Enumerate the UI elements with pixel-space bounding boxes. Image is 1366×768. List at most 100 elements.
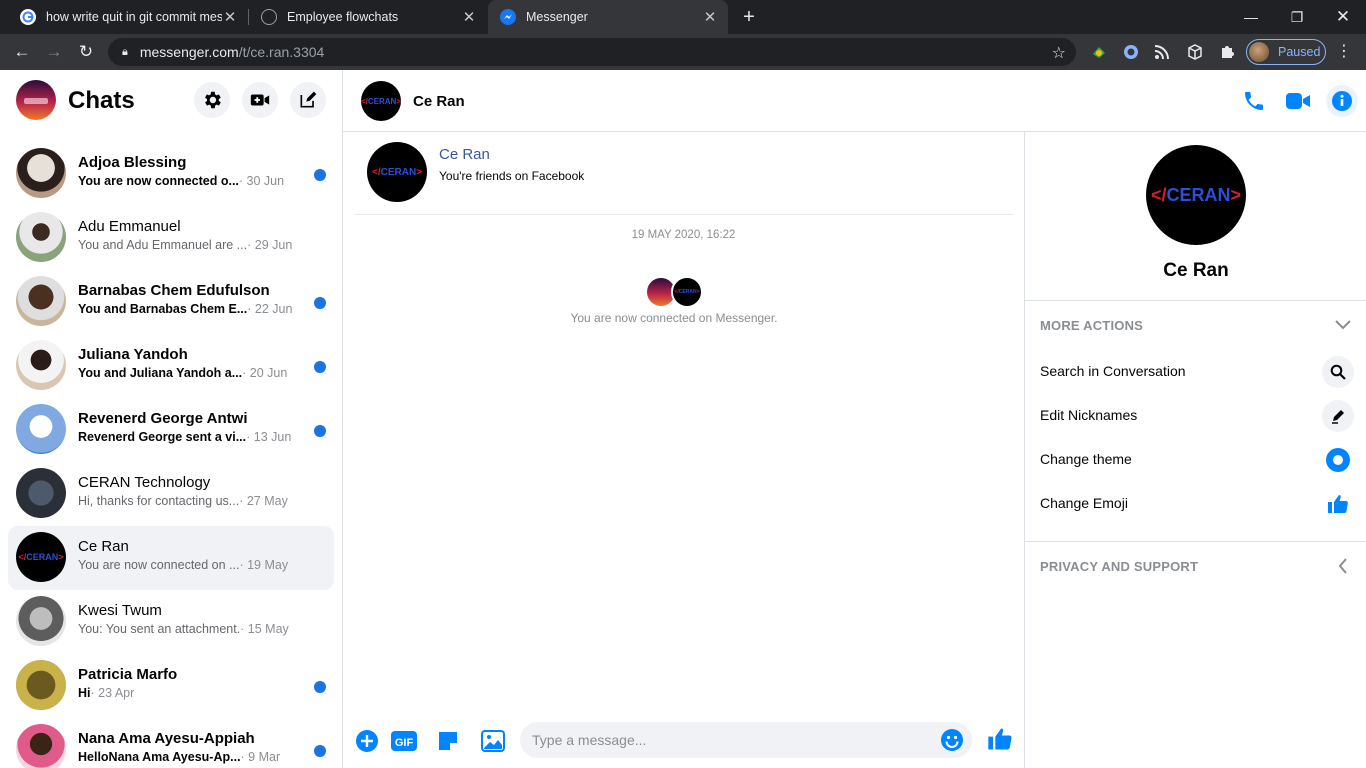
privacy-and-support-header[interactable]: PRIVACY AND SUPPORT [1040, 559, 1198, 574]
unread-dot [314, 361, 326, 373]
window-close-icon[interactable]: ✕ [1320, 0, 1366, 34]
conversation-item[interactable]: Barnabas Chem Edufulson You and Barnabas… [8, 270, 334, 334]
action-change-emoji[interactable]: Change Emoji [1025, 482, 1366, 526]
unread-dot [314, 297, 326, 309]
connected-avatars: </CERAN> [645, 276, 709, 308]
divider [1025, 541, 1366, 542]
contact-avatar [16, 148, 66, 198]
extension-color-icon[interactable] [1090, 43, 1108, 61]
forward-icon[interactable]: → [42, 40, 66, 64]
conversation-item[interactable]: CERAN Technology Hi, thanks for contacti… [8, 462, 334, 526]
conversation-info-button[interactable] [1326, 85, 1358, 117]
chats-header: Chats [0, 70, 342, 132]
svg-text:GIF: GIF [395, 737, 414, 749]
bookmark-star-icon[interactable]: ☆ [1052, 43, 1066, 63]
profile-paused-button[interactable]: Paused [1246, 39, 1326, 65]
new-tab-icon[interactable]: + [737, 5, 761, 29]
details-panel: </CERAN> Ce Ran MORE ACTIONS Search in C… [1024, 132, 1366, 768]
conversation-item[interactable]: Adu Emmanuel You and Adu Emmanuel are ..… [8, 206, 334, 270]
gif-icon[interactable]: GIF [391, 728, 417, 754]
lock-icon: 🔒︎ [122, 45, 128, 58]
new-message-button[interactable] [290, 82, 326, 118]
messenger-icon [500, 9, 516, 25]
my-avatar[interactable] [16, 80, 56, 120]
back-icon[interactable]: ← [10, 40, 34, 64]
intro-name-link[interactable]: Ce Ran [439, 146, 490, 163]
reload-icon[interactable]: ↻ [74, 40, 98, 64]
close-tab-icon[interactable]: ✕ [702, 9, 718, 26]
message-timestamp: 19 MAY 2020, 16:22 [631, 229, 736, 241]
chats-sidebar: Chats Adjoa Blessing You are now connect… [0, 70, 343, 768]
details-avatar[interactable]: </CERAN> [1146, 145, 1246, 245]
url-path: /t/ce.ran.3304 [238, 44, 325, 60]
action-edit-nicknames[interactable]: Edit Nicknames [1025, 394, 1366, 438]
conversation-avatar[interactable]: </CERAN> [361, 81, 401, 121]
unread-dot [314, 681, 326, 693]
browser-tab-employee-flowchats[interactable]: Employee flowchats ✕ [249, 0, 487, 34]
message-input[interactable] [520, 722, 972, 758]
divider [1025, 300, 1366, 301]
browser-menu-icon[interactable]: ⋮ [1336, 41, 1352, 61]
conversation-item[interactable]: Patricia Marfo Hi · 23 Apr [8, 654, 334, 718]
minimize-icon[interactable]: — [1228, 0, 1274, 34]
intro-subtitle: You're friends on Facebook [439, 169, 585, 183]
intro-avatar[interactable]: </CERAN> [367, 142, 427, 202]
contact-avatar [16, 276, 66, 326]
contact-avatar [16, 596, 66, 646]
ceran-logo: </CERAN> [1150, 184, 1242, 205]
unread-dot [314, 425, 326, 437]
sticker-icon[interactable] [435, 728, 461, 754]
action-search-in-conversation[interactable]: Search in Conversation [1025, 350, 1366, 394]
video-camera-icon [1286, 93, 1310, 109]
message-composer: GIF [343, 720, 1024, 768]
send-like-thumbs-up-icon[interactable] [985, 724, 1015, 754]
chevron-left-icon[interactable] [1333, 556, 1353, 576]
system-message: You are now connected on Messenger. [570, 311, 778, 325]
pencil-icon [1322, 400, 1354, 432]
photo-icon[interactable] [480, 728, 506, 754]
conversation-panel: </CERAN> Ce Ran </CERAN> Ce Ran You're f… [343, 70, 1366, 768]
conversation-item[interactable]: Adjoa Blessing You are now connected o..… [8, 142, 334, 206]
contact-avatar: </CERAN> [16, 532, 66, 582]
voice-call-button[interactable] [1240, 87, 1268, 115]
search-icon [1322, 356, 1354, 388]
more-actions-header[interactable]: MORE ACTIONS [1040, 318, 1143, 333]
unread-dot [314, 169, 326, 181]
conversation-header: </CERAN> Ce Ran [343, 70, 1366, 132]
action-change-theme[interactable]: Change theme [1025, 438, 1366, 482]
contact-avatar [16, 340, 66, 390]
rss-icon[interactable] [1153, 43, 1171, 61]
contact-avatar-small: </CERAN> [671, 276, 703, 308]
more-actions-plus-icon[interactable] [354, 728, 380, 754]
conversation-item-selected[interactable]: </CERAN> Ce Ran You are now connected on… [8, 526, 334, 590]
conversation-name[interactable]: Ce Ran [413, 93, 465, 110]
ceran-logo: </CERAN> [371, 166, 423, 178]
browser-tab-google[interactable]: how write quit in git commit mes ✕ [8, 0, 248, 34]
emoji-icon[interactable] [940, 728, 964, 752]
conversation-item[interactable]: Revenerd George Antwi Revenerd George se… [8, 398, 334, 462]
unread-dot [314, 745, 326, 757]
browser-tab-messenger[interactable]: Messenger ✕ [488, 0, 728, 34]
close-tab-icon[interactable]: ✕ [461, 9, 477, 26]
video-call-button[interactable] [1284, 87, 1312, 115]
contact-avatar [16, 468, 66, 518]
browser-tab-bar: how write quit in git commit mes ✕ Emplo… [0, 0, 1366, 34]
contact-avatar [16, 724, 66, 768]
contact-avatar [16, 660, 66, 710]
new-room-button[interactable] [242, 82, 278, 118]
extension-circle-icon[interactable] [1122, 43, 1140, 61]
url-host: messenger.com [139, 44, 239, 60]
address-bar[interactable]: 🔒︎ messenger.com/t/ce.ran.3304 ☆ [108, 38, 1076, 66]
ceran-logo: </CERAN> [18, 552, 64, 562]
browser-toolbar: ← → ↻ 🔒︎ messenger.com/t/ce.ran.3304 ☆ P… [0, 34, 1366, 70]
chevron-down-icon[interactable] [1333, 315, 1353, 335]
profile-avatar [1249, 42, 1269, 62]
extensions-puzzle-icon[interactable] [1218, 43, 1236, 61]
conversation-item[interactable]: Nana Ama Ayesu-Appiah HelloNana Ama Ayes… [8, 718, 334, 768]
cube-extension-icon[interactable] [1186, 43, 1204, 61]
restore-icon[interactable]: ❐ [1274, 0, 1320, 34]
conversation-item[interactable]: Juliana Yandoh You and Juliana Yandoh a.… [8, 334, 334, 398]
conversation-item[interactable]: Kwesi Twum You: You sent an attachment. … [8, 590, 334, 654]
close-tab-icon[interactable]: ✕ [222, 9, 238, 26]
settings-button[interactable] [194, 82, 230, 118]
